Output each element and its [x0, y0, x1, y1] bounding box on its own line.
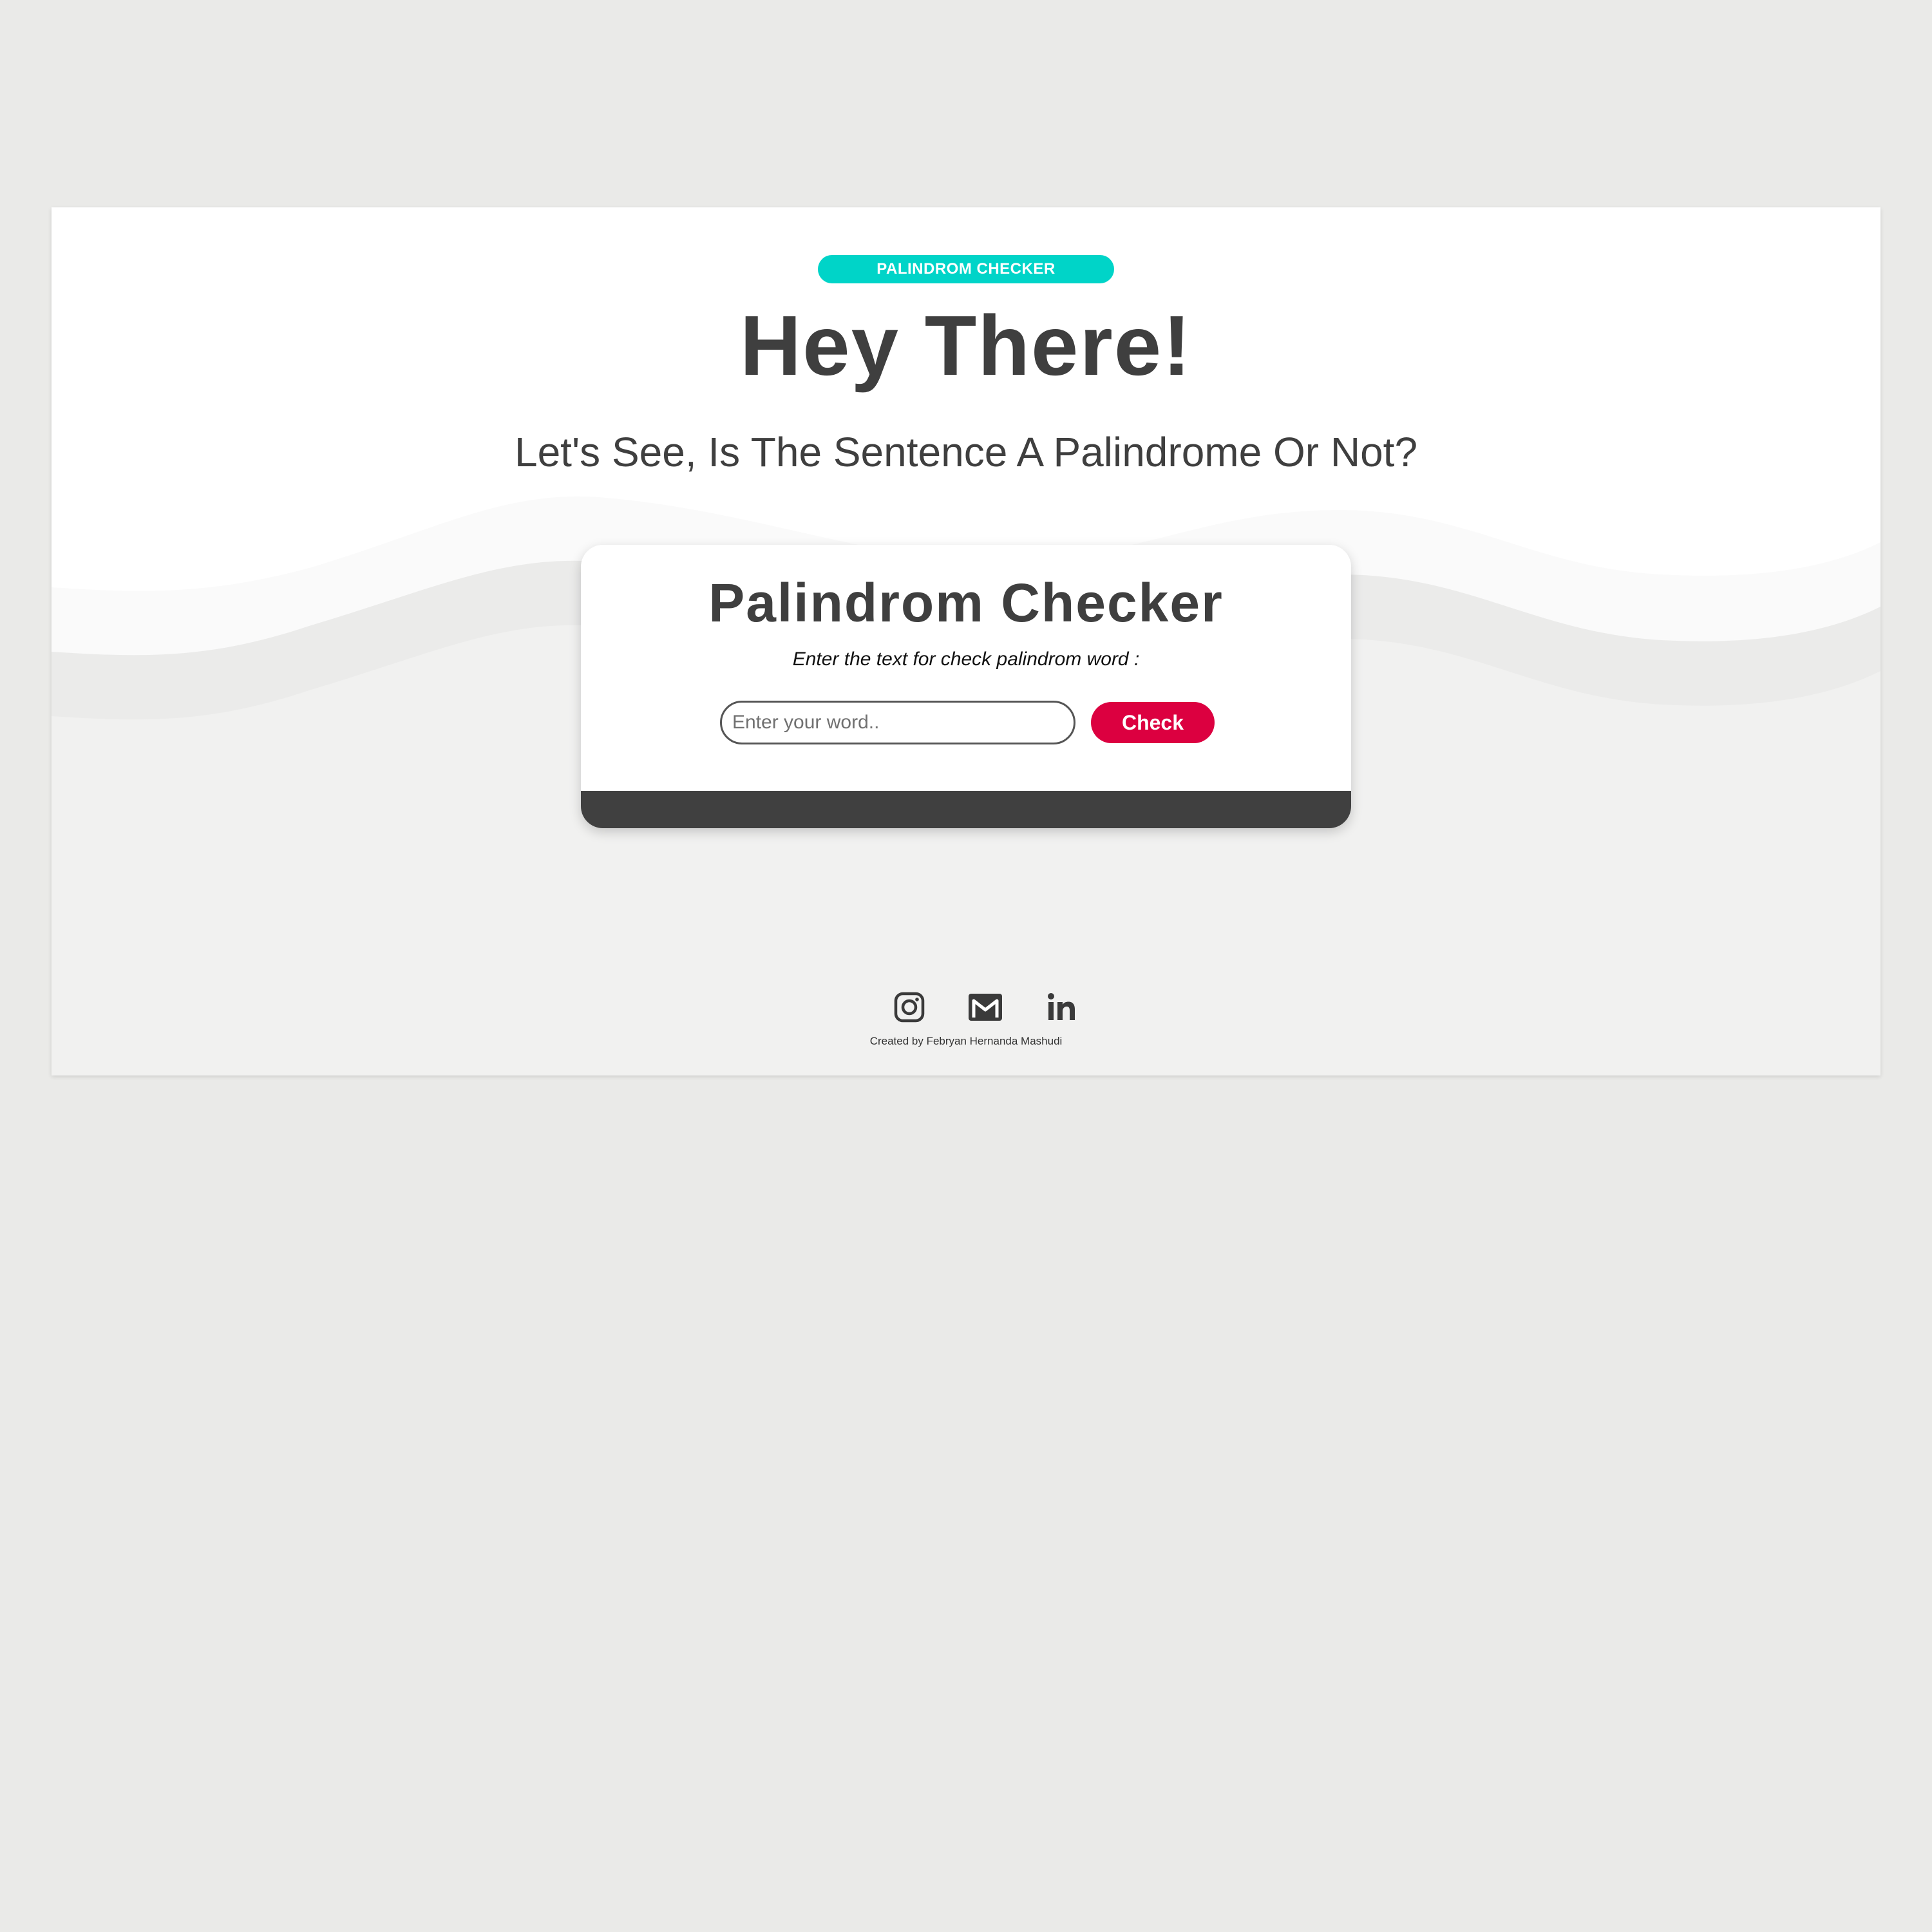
app-badge: PALINDROM CHECKER [818, 255, 1114, 283]
checker-instructions: Enter the text for check palindrom word … [792, 649, 1140, 670]
hero-title: Hey There! [739, 298, 1193, 393]
card-footer-bar [581, 791, 1351, 828]
mail-icon[interactable] [966, 988, 1005, 1027]
main-panel: PALINDROM CHECKER Hey There! Let's See, … [52, 207, 1880, 1075]
credit-text: Created by Febryan Hernanda Mashudi [869, 1035, 1063, 1047]
checker-card: Palindrom Checker Enter the text for che… [581, 545, 1351, 828]
check-button[interactable]: Check [1091, 702, 1215, 743]
hero-subtitle: Let's See, Is The Sentence A Palindrome … [514, 429, 1418, 475]
word-input[interactable] [720, 701, 1075, 744]
linkedin-icon[interactable] [1042, 988, 1081, 1027]
instagram-icon[interactable] [890, 988, 929, 1027]
checker-title: Palindrom Checker [708, 573, 1224, 633]
social-links [52, 988, 1880, 1027]
